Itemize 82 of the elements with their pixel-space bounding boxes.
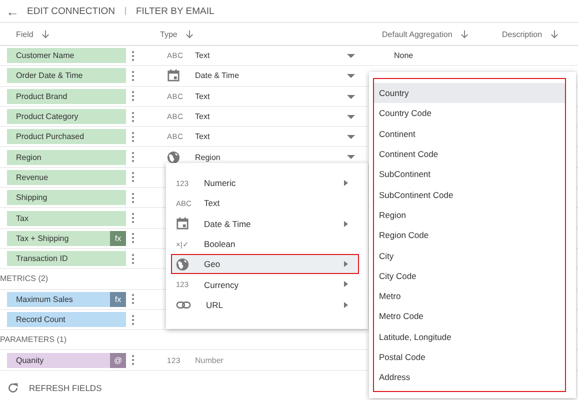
more-icon[interactable] — [131, 232, 135, 244]
calendar-icon — [176, 217, 189, 230]
more-icon[interactable] — [131, 151, 135, 164]
field-chip[interactable]: Shipping — [7, 190, 126, 206]
type-label: Region — [195, 152, 220, 162]
geo-menu-item[interactable]: Country — [374, 83, 565, 104]
geo-menu-item[interactable]: Address — [374, 367, 565, 388]
geo-menu-item[interactable]: Region — [374, 204, 565, 226]
sort-arrow-icon[interactable] — [41, 29, 50, 39]
field-badge: fx — [110, 230, 126, 246]
geo-menu-item[interactable]: Continent — [374, 124, 565, 144]
calendar-icon — [167, 69, 180, 82]
more-icon[interactable] — [131, 171, 135, 184]
more-icon[interactable] — [131, 314, 135, 326]
geo-menu-item[interactable]: SubContinent Code — [374, 184, 565, 205]
geo-menu-item[interactable]: Region Code — [374, 225, 565, 246]
link-icon — [176, 300, 191, 309]
field-chip[interactable]: Order Date & Time — [7, 68, 126, 84]
geo-menu-item[interactable]: Metro — [374, 286, 565, 306]
aggregation-value: None — [394, 51, 414, 60]
geo-menu-item[interactable]: Country Code — [374, 103, 565, 124]
field-chip[interactable]: Tax — [7, 210, 126, 226]
type-label: Text — [195, 112, 210, 122]
more-icon[interactable] — [131, 130, 135, 143]
field-chip[interactable]: Revenue — [7, 170, 126, 185]
field-chip[interactable]: Quanity @ — [7, 352, 126, 368]
field-chip[interactable]: Product Purchased — [7, 129, 126, 144]
refresh-fields-button[interactable]: REFRESH FIELDS — [0, 380, 107, 396]
field-chip[interactable]: Tax + Shipping fx — [7, 230, 126, 246]
more-icon[interactable] — [131, 212, 135, 224]
geo-menu-item[interactable]: Continent Code — [374, 144, 565, 164]
section-header: METRICS (2) — [0, 274, 48, 284]
field-chip[interactable]: Maximum Sales fx — [7, 292, 126, 307]
geo-menu-item[interactable]: SubContinent — [374, 164, 565, 184]
dropdown-caret-icon[interactable] — [347, 155, 355, 160]
type-menu-item[interactable]: Geo — [171, 254, 359, 274]
back-button[interactable]: ← — [6, 4, 19, 18]
more-icon[interactable] — [131, 252, 135, 265]
more-icon[interactable] — [131, 354, 135, 366]
type-label: Number — [195, 356, 224, 365]
type-menu-item[interactable]: Date & Time — [166, 214, 368, 234]
refresh-icon — [7, 382, 19, 394]
page-subtitle: FILTER BY EMAIL — [136, 6, 214, 16]
more-icon[interactable] — [131, 192, 135, 204]
column-header[interactable]: Type — [160, 30, 178, 38]
field-chip[interactable]: Region — [7, 150, 126, 165]
geo-menu-item[interactable]: Postal Code — [374, 346, 565, 368]
field-chip[interactable]: Transaction ID — [7, 251, 126, 266]
geo-menu-item[interactable]: Latitude, Longitude — [374, 326, 565, 347]
page-title: EDIT CONNECTION — [27, 6, 115, 16]
field-chip[interactable]: Product Category — [7, 109, 126, 124]
globe-icon — [176, 258, 189, 271]
more-icon[interactable] — [131, 50, 135, 62]
field-chip[interactable]: Record Count — [7, 312, 126, 327]
type-label: Text — [195, 51, 210, 60]
type-label: Text — [195, 92, 210, 101]
field-badge: fx — [110, 292, 126, 307]
sort-arrow-icon[interactable] — [550, 29, 560, 39]
geo-menu-item[interactable]: City Code — [374, 266, 565, 286]
type-menu-item[interactable]: URL — [166, 294, 368, 316]
dropdown-caret-icon[interactable] — [347, 74, 355, 78]
geo-menu-item[interactable]: Metro Code — [374, 306, 565, 327]
dropdown-caret-icon[interactable] — [347, 114, 355, 119]
field-chip[interactable]: Product Brand — [7, 88, 126, 104]
more-icon[interactable] — [131, 293, 135, 306]
column-header[interactable]: Default Aggregation — [382, 30, 452, 38]
more-icon[interactable] — [131, 110, 135, 123]
sort-arrow-icon[interactable] — [185, 29, 194, 39]
dropdown-caret-icon[interactable] — [347, 54, 355, 58]
type-label: Date & Time — [195, 71, 240, 80]
column-header[interactable]: Description — [502, 30, 542, 38]
field-badge: @ — [110, 352, 126, 368]
geo-menu-item[interactable]: City — [374, 245, 565, 266]
more-icon[interactable] — [131, 70, 135, 82]
more-icon[interactable] — [131, 90, 135, 102]
type-label: Text — [195, 132, 210, 142]
dropdown-caret-icon[interactable] — [347, 135, 355, 140]
sort-arrow-icon[interactable] — [460, 29, 470, 39]
column-header[interactable]: Field — [16, 30, 34, 38]
dropdown-caret-icon[interactable] — [347, 94, 355, 99]
section-header: PARAMETERS (1) — [0, 335, 67, 344]
field-chip[interactable]: Customer Name — [7, 48, 126, 64]
